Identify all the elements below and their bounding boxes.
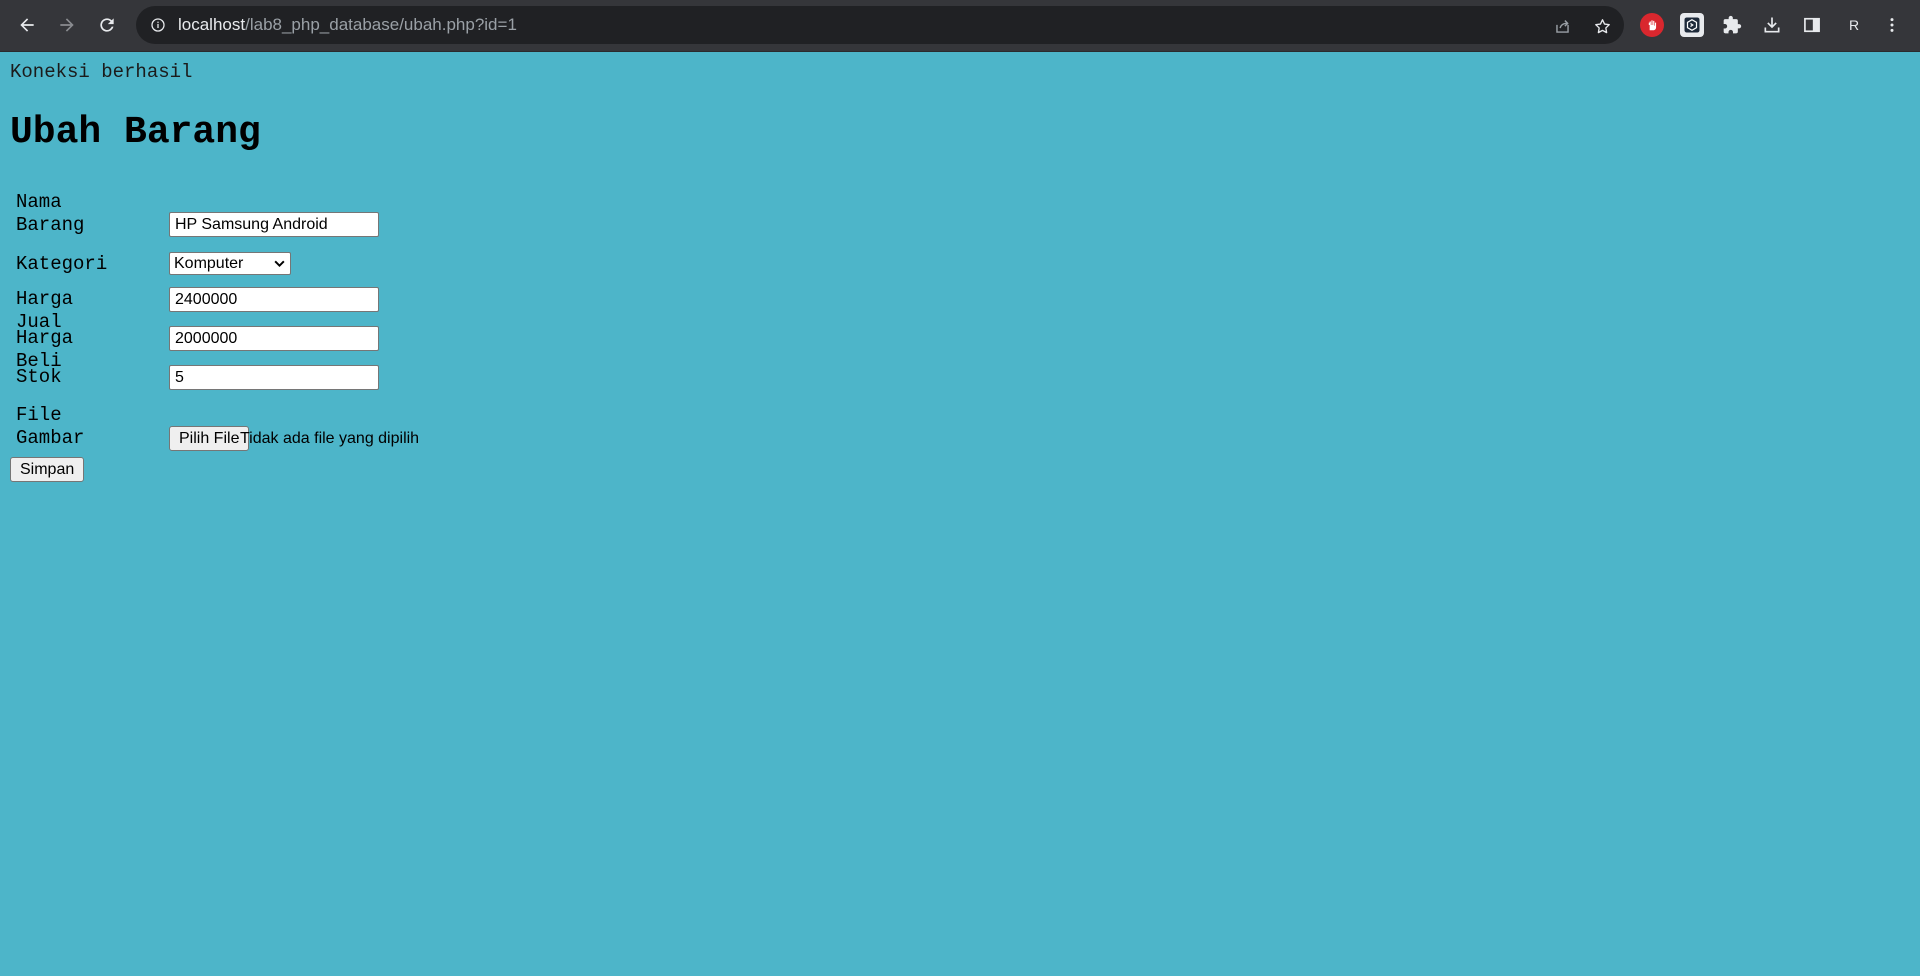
file-gambar-label-line2: Gambar xyxy=(16,427,85,449)
profile-avatar[interactable]: R xyxy=(1840,11,1868,39)
menu-kebab-icon[interactable] xyxy=(1876,9,1908,41)
side-panel-icon[interactable] xyxy=(1796,9,1828,41)
harga-beli-input[interactable]: 2000000 xyxy=(169,326,379,351)
harga-jual-input[interactable]: 2400000 xyxy=(169,287,379,312)
url-host: localhost xyxy=(178,15,246,34)
connection-status: Koneksi berhasil xyxy=(10,61,193,83)
simpan-button[interactable]: Simpan xyxy=(10,457,85,482)
stok-label: Stok xyxy=(16,366,62,388)
back-arrow-icon[interactable] xyxy=(11,9,43,41)
forward-arrow-icon[interactable] xyxy=(51,9,83,41)
url-path: /lab8_php_database/ubah.php?id=1 xyxy=(245,15,517,34)
reload-icon[interactable] xyxy=(91,9,123,41)
file-gambar-label-line1: File xyxy=(16,404,62,426)
stok-input[interactable]: 5 xyxy=(169,365,379,390)
extensions-puzzle-icon[interactable] xyxy=(1716,9,1748,41)
kategori-label: Kategori xyxy=(16,253,108,275)
url-text: localhost/lab8_php_database/ubah.php?id=… xyxy=(178,15,517,35)
bookmark-star-icon[interactable] xyxy=(1591,15,1613,37)
page-title: Ubah Barang xyxy=(10,111,261,154)
nama-barang-input[interactable]: HP Samsung Android xyxy=(169,212,379,237)
site-info-icon[interactable] xyxy=(148,15,168,35)
nama-barang-label-line1: Nama xyxy=(16,191,62,213)
kategori-selected-value: Komputer xyxy=(174,255,244,272)
code-extension-icon[interactable] xyxy=(1680,13,1704,37)
adblock-extension-icon[interactable] xyxy=(1640,13,1664,37)
download-icon[interactable] xyxy=(1756,9,1788,41)
nama-barang-label-line2: Barang xyxy=(16,214,85,236)
share-icon[interactable] xyxy=(1551,15,1573,37)
file-status-text: Tidak ada file yang dipilih xyxy=(240,430,420,447)
chevron-down-icon xyxy=(274,260,285,268)
page-content: Koneksi berhasil Ubah Barang Nama Barang… xyxy=(0,51,1920,976)
browser-toolbar: localhost/lab8_php_database/ubah.php?id=… xyxy=(0,0,1920,52)
kategori-select[interactable]: Komputer xyxy=(169,252,291,275)
choose-file-button[interactable]: Pilih File xyxy=(169,426,250,451)
address-bar[interactable]: localhost/lab8_php_database/ubah.php?id=… xyxy=(136,6,1624,44)
